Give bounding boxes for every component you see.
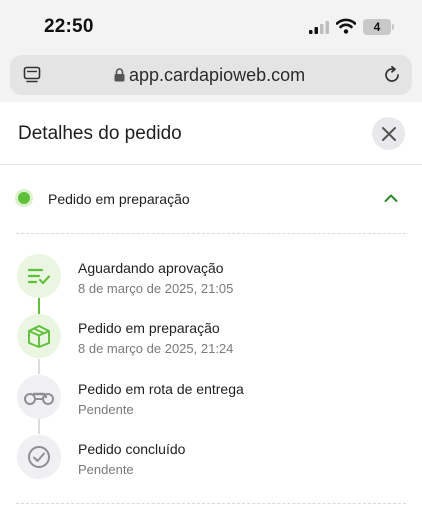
battery-nub bbox=[392, 24, 394, 30]
step-title: Pedido concluído bbox=[78, 441, 186, 457]
order-timeline: Aguardando aprovação 8 de março de 2025,… bbox=[0, 234, 422, 504]
modal-title: Detalhes do pedido bbox=[18, 123, 182, 144]
tabs-icon[interactable] bbox=[23, 66, 41, 84]
current-status-label: Pedido em preparação bbox=[48, 191, 190, 207]
status-bar: 22:50 4 bbox=[0, 0, 422, 52]
step-title: Aguardando aprovação bbox=[78, 260, 224, 276]
cellular-signal-icon bbox=[309, 21, 329, 34]
reload-icon[interactable] bbox=[383, 66, 401, 84]
lock-icon bbox=[114, 68, 125, 82]
step-subtitle: Pendente bbox=[78, 402, 134, 417]
close-icon bbox=[381, 126, 396, 141]
motorcycle-icon bbox=[24, 392, 54, 405]
timeline-step: Pedido em rota de entrega Pendente bbox=[0, 375, 422, 425]
step-subtitle: 8 de março de 2025, 21:05 bbox=[78, 281, 234, 296]
timeline-step: Pedido em preparação 8 de março de 2025,… bbox=[0, 314, 422, 364]
step-title: Pedido em preparação bbox=[78, 320, 220, 336]
divider bbox=[16, 503, 406, 504]
browser-toolbar: app.cardapioweb.com bbox=[0, 52, 422, 102]
step-subtitle: Pendente bbox=[78, 462, 134, 477]
step-subtitle: 8 de março de 2025, 21:24 bbox=[78, 341, 234, 356]
step-icon-badge bbox=[17, 375, 61, 419]
battery-indicator: 4 bbox=[363, 19, 391, 35]
status-dot bbox=[15, 189, 33, 207]
step-icon-badge bbox=[17, 254, 61, 298]
package-box-icon bbox=[28, 325, 50, 348]
url-text[interactable]: app.cardapioweb.com bbox=[129, 65, 305, 86]
address-bar[interactable]: app.cardapioweb.com bbox=[10, 55, 412, 95]
timeline-step: Pedido concluído Pendente bbox=[0, 435, 422, 485]
list-check-icon bbox=[27, 268, 51, 285]
timeline-step: Aguardando aprovação 8 de março de 2025,… bbox=[0, 254, 422, 304]
chevron-up-icon[interactable] bbox=[384, 193, 398, 203]
modal-header: Detalhes do pedido bbox=[0, 102, 422, 165]
step-title: Pedido em rota de entrega bbox=[78, 381, 244, 397]
check-circle-icon bbox=[28, 446, 50, 468]
close-button[interactable] bbox=[372, 117, 405, 150]
wifi-icon bbox=[336, 18, 356, 34]
status-time: 22:50 bbox=[44, 16, 94, 37]
step-icon-badge bbox=[17, 314, 61, 358]
current-status-row[interactable]: Pedido em preparação bbox=[0, 165, 422, 233]
step-icon-badge bbox=[17, 435, 61, 479]
